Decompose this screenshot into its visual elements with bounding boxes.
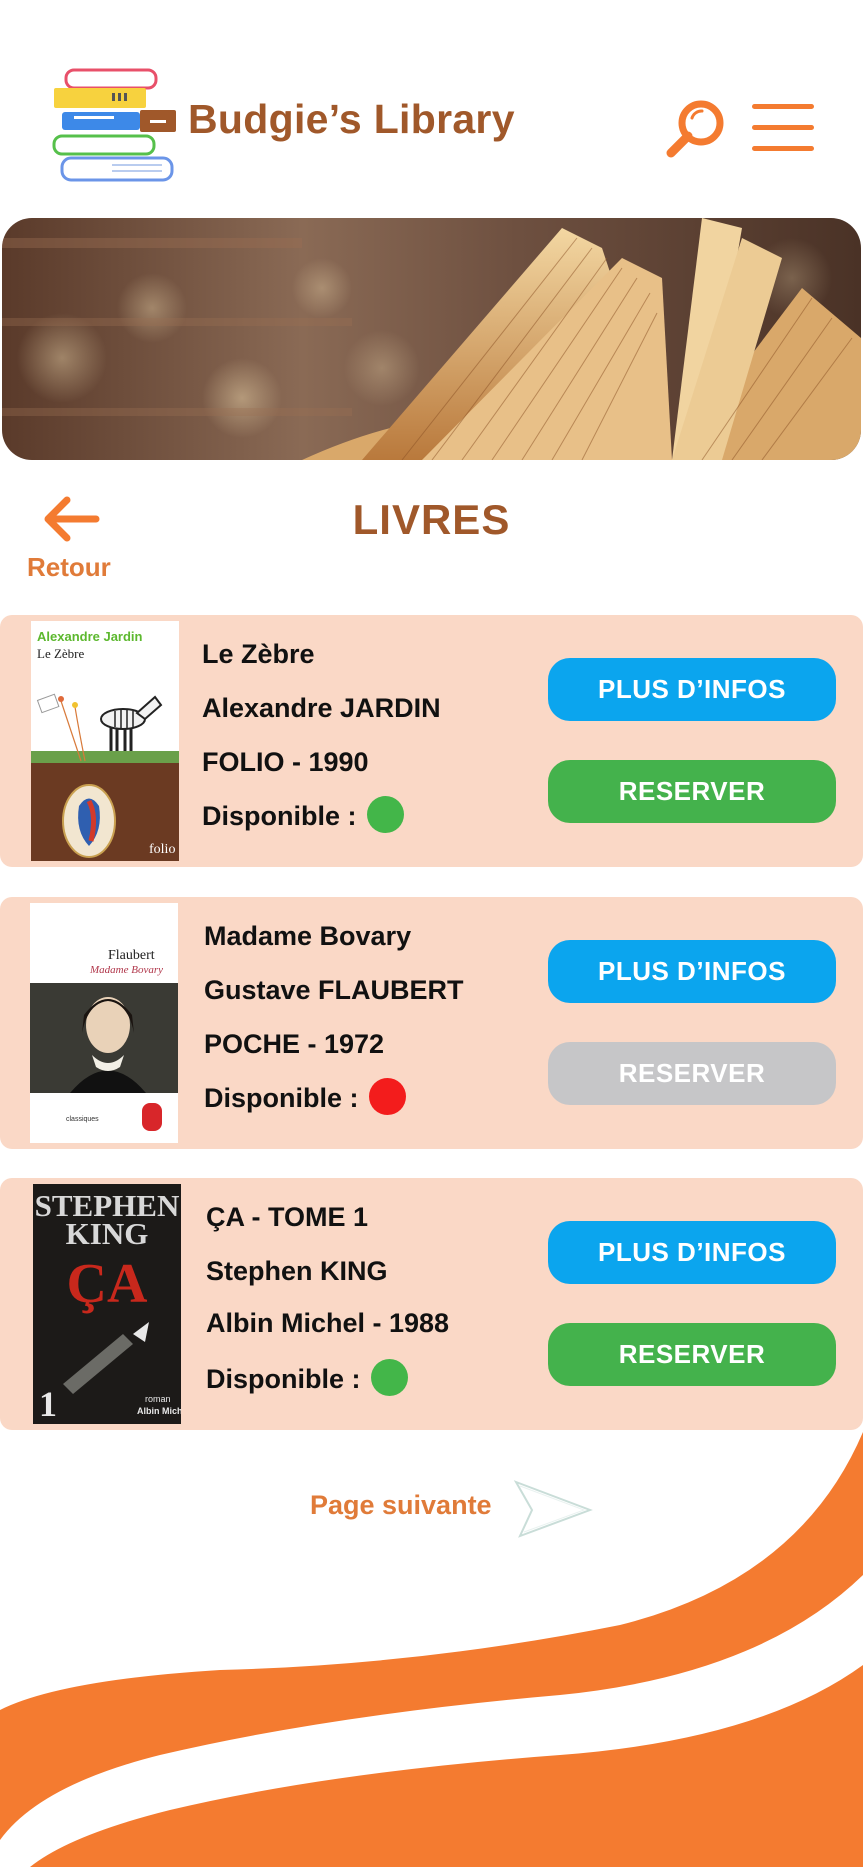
book-author: Stephen KING [206, 1256, 388, 1286]
svg-text:roman: roman [145, 1394, 171, 1404]
availability-indicator-unavailable [368, 1078, 406, 1116]
menu-button[interactable] [750, 102, 816, 154]
reserve-button[interactable]: RESERVER [548, 1323, 836, 1386]
reserve-button-disabled: RESERVER [548, 1042, 836, 1105]
availability-label: Disponible : [206, 1364, 361, 1394]
more-info-button[interactable]: PLUS D’INFOS [548, 940, 836, 1003]
svg-text:KING: KING [66, 1216, 149, 1251]
svg-text:ÇA: ÇA [67, 1253, 148, 1315]
hero-banner-image [2, 218, 861, 460]
book-title: Le Zèbre [202, 639, 315, 669]
svg-text:Le Zèbre: Le Zèbre [37, 646, 85, 661]
availability-label: Disponible : [202, 801, 357, 831]
availability-indicator-available [366, 796, 404, 834]
book-author: Alexandre JARDIN [202, 693, 441, 723]
reserve-button[interactable]: RESERVER [548, 760, 836, 823]
svg-text:folio: folio [149, 842, 175, 857]
svg-text:Madame Bovary: Madame Bovary [89, 964, 163, 976]
back-label: Retour [27, 552, 111, 582]
next-page-button[interactable]: Page suivante [310, 1478, 600, 1538]
book-title: Madame Bovary [204, 921, 412, 951]
stacked-books-icon [52, 68, 176, 182]
book-publisher-year: Albin Michel - 1988 [206, 1308, 450, 1338]
svg-text:Flaubert: Flaubert [108, 948, 155, 963]
hamburger-menu-icon [752, 104, 814, 151]
search-icon [666, 100, 724, 158]
book-card: Flaubert Madame Bovary classiques Madame… [0, 897, 863, 1149]
book-card: STEPHEN KING ÇA 1 roman Albin Michel ÇA … [0, 1178, 863, 1430]
svg-text:1: 1 [39, 1384, 57, 1424]
availability-label: Disponible : [204, 1083, 359, 1113]
book-author: Gustave FLAUBERT [204, 975, 464, 1005]
availability-indicator-available [370, 1359, 408, 1397]
book-availability: Disponible : [204, 1078, 406, 1116]
svg-text:classiques: classiques [66, 1116, 99, 1123]
book-cover-image: STEPHEN KING ÇA 1 roman Albin Michel [33, 1184, 181, 1424]
book-publisher-year: FOLIO - 1990 [202, 747, 369, 777]
svg-text:Alexandre Jardin: Alexandre Jardin [37, 629, 143, 644]
book-availability: Disponible : [206, 1359, 408, 1397]
next-page-label: Page suivante [310, 1490, 492, 1520]
page-title: LIVRES [352, 496, 511, 543]
book-card: Alexandre Jardin Le Zèbre folio Le Zèbre… [0, 615, 863, 867]
app-header: Budgie’s Library [0, 0, 863, 210]
svg-text:Albin Michel: Albin Michel [137, 1406, 181, 1416]
search-button[interactable] [664, 98, 726, 160]
more-info-button[interactable]: PLUS D’INFOS [548, 658, 836, 721]
more-info-button[interactable]: PLUS D’INFOS [548, 1221, 836, 1284]
book-title: ÇA - TOME 1 [206, 1202, 369, 1232]
book-cover-image: Flaubert Madame Bovary classiques [30, 903, 178, 1143]
book-cover-image: Alexandre Jardin Le Zèbre folio [31, 621, 179, 861]
book-publisher-year: POCHE - 1972 [204, 1029, 385, 1059]
book-availability: Disponible : [202, 796, 404, 834]
app-title: Budgie’s Library [188, 96, 515, 142]
chevron-right-icon [513, 1480, 593, 1538]
